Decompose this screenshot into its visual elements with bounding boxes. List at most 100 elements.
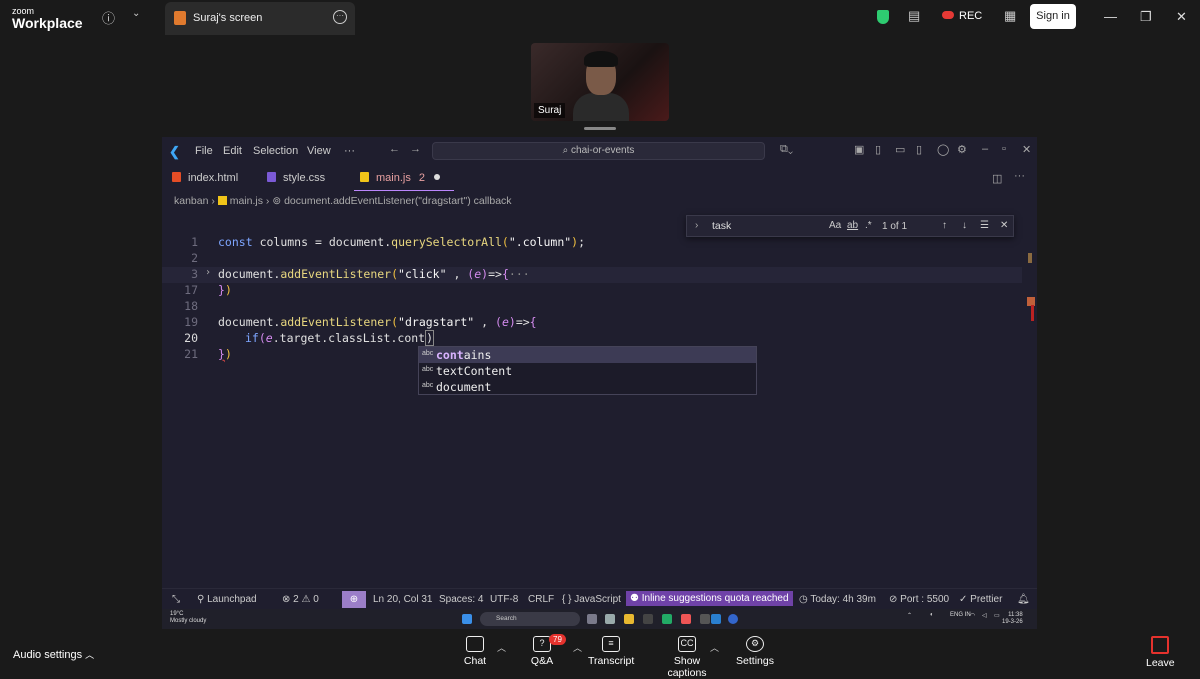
vs-restore-icon[interactable]: ▫ [1002,143,1006,155]
menu-more[interactable]: ··· [344,145,355,157]
line-number: 3 [191,267,198,281]
minimap[interactable] [1025,211,1037,589]
accounts-icon[interactable]: ◯ [937,143,949,156]
status-live-server[interactable]: ⊘ Port : 5500 [889,594,949,605]
minimize-icon[interactable]: — [1104,9,1117,24]
file-explorer-icon[interactable] [624,614,634,624]
status-encoding[interactable]: UTF-8 [490,594,518,605]
next-match-icon[interactable]: ↓ [962,220,967,231]
status-time-tracker[interactable]: ◷ Today: 4h 39m [799,594,876,605]
tray-icon[interactable]: ◐ [930,612,934,618]
brave-browser-icon[interactable] [681,614,691,624]
toggle-panel-icon[interactable]: ▭ [895,143,905,156]
suggestion-item[interactable]: abc contains [419,347,756,363]
share-tab[interactable]: Suraj's screen ··· [165,2,355,35]
clock[interactable]: 11:38 19-3-26 [1002,612,1023,626]
wifi-icon[interactable]: ◠ [970,612,975,619]
copilot-icon[interactable]: ⧉⌄ [780,143,793,156]
language-indicator[interactable]: ENG IN [950,612,971,618]
split-editor-icon[interactable]: ◫ [992,172,1002,185]
video-resize-handle[interactable] [584,127,616,130]
vscode-taskbar-icon[interactable] [711,614,721,624]
widgets-icon[interactable] [605,614,615,624]
tab-index-html[interactable]: index.html [172,165,252,191]
command-center-search[interactable]: ⌕ chai-or-events [432,142,765,160]
status-eol[interactable]: CRLF [528,594,554,605]
status-prettier[interactable]: ✓ Prettier [959,594,1002,605]
previous-match-icon[interactable]: ↑ [942,220,947,231]
forward-arrow-icon[interactable]: → [410,143,421,155]
zoom-taskbar-icon[interactable] [728,614,738,624]
toggle-replace-icon[interactable]: › [695,220,698,231]
gear-icon[interactable]: ⚙ [957,143,967,156]
sign-in-button[interactable]: Sign in [1030,4,1076,29]
menu-selection[interactable]: Selection [253,145,298,157]
find-input[interactable]: task [712,220,731,232]
status-indentation[interactable]: Spaces: 4 [439,594,483,605]
regex-toggle[interactable]: .* [865,220,872,231]
suggestion-item[interactable]: abc document [419,379,756,395]
battery-icon[interactable]: ▭ [994,612,1000,619]
settings-button[interactable]: ⚙ Settings [736,636,774,667]
remote-icon[interactable]: ⤡ [172,594,180,605]
breadcrumb-folder[interactable]: kanban [174,195,208,207]
toggle-secondary-sidebar-icon[interactable]: ▯ [916,143,922,156]
whole-word-toggle[interactable]: ab [847,220,858,231]
transcript-button[interactable]: ≡ Transcript [588,636,634,667]
apps-grid-icon[interactable]: ▦ [1004,8,1016,24]
js-file-icon [217,196,227,205]
close-find-icon[interactable]: ✕ [1000,220,1008,231]
participant-video[interactable]: Suraj [531,43,669,121]
match-case-toggle[interactable]: Aa [829,220,841,231]
chevron-up-icon[interactable]: ︿ [497,641,506,654]
notes-icon[interactable]: ▤ [908,8,920,24]
find-in-selection-icon[interactable]: ☰ [980,220,989,231]
chevron-up-icon[interactable]: ︿ [573,641,582,654]
weather-widget[interactable]: 19°C Mostly cloudy [170,611,206,625]
toggle-sidebar-icon[interactable]: ▯ [875,143,881,156]
app-icon[interactable] [662,614,672,624]
tab-main-js[interactable]: main.js 2 [354,165,454,191]
tray-chevron-icon[interactable]: ⌃ [907,612,912,619]
security-shield-icon[interactable] [877,10,889,24]
suggestion-item[interactable]: abc textContent [419,363,756,379]
vs-close-icon[interactable]: ✕ [1022,143,1031,156]
chevron-up-icon[interactable]: ︿ [710,641,719,654]
audio-settings-button[interactable]: Audio settings ︿ [13,648,94,661]
zoom-magnifier-icon[interactable]: ⊕ [342,591,366,608]
taskbar-search[interactable]: Search [480,612,580,626]
restore-icon[interactable]: ❐ [1140,9,1152,25]
volume-icon[interactable]: ◁ [982,612,987,619]
menu-edit[interactable]: Edit [223,145,242,157]
app-icon[interactable] [700,614,710,624]
status-problems[interactable]: ⊗ 2 ⚠ 0 [282,594,319,605]
customize-layout-icon[interactable]: ▣ [854,143,864,156]
chevron-down-icon[interactable]: ⌄ [132,8,140,19]
status-cursor-position[interactable]: Ln 20, Col 31 [373,594,433,605]
back-arrow-icon[interactable]: ← [389,143,400,155]
notifications-bell-icon[interactable]: 🔔︎ [1017,594,1030,605]
windows-start-icon[interactable] [462,614,472,624]
close-icon[interactable]: ✕ [1176,9,1187,25]
more-actions-icon[interactable]: ··· [1014,170,1025,182]
unsaved-dot-icon[interactable] [433,174,440,180]
record-button[interactable]: REC [942,10,982,22]
status-launchpad[interactable]: ⚲ Launchpad [197,594,257,605]
leave-button[interactable]: Leave [1146,636,1175,669]
vs-minimize-icon[interactable]: – [982,143,988,155]
code-editor[interactable]: 1 const columns = document.querySelector… [162,211,1037,589]
chat-button[interactable]: Chat [463,636,487,667]
app-icon[interactable] [643,614,653,624]
breadcrumb-symbol[interactable]: document.addEventListener("dragstart") c… [284,195,512,207]
fold-chevron-icon[interactable]: › [205,267,211,278]
status-quota-warning[interactable]: ⚉ Inline suggestions quota reached [626,591,793,606]
tab-style-css[interactable]: style.css [267,165,347,191]
menu-file[interactable]: File [195,145,213,157]
more-options-icon[interactable]: ··· [333,10,347,24]
info-icon[interactable]: ⓘ [102,8,115,27]
status-bar: ⤡ ⚲ Launchpad ⊗ 2 ⚠ 0 ⊕ Ln 20, Col 31 Sp… [162,588,1037,609]
task-view-icon[interactable] [587,614,597,624]
menu-view[interactable]: View [307,145,331,157]
status-language[interactable]: { } JavaScript [562,594,621,605]
breadcrumb-file[interactable]: main.js [230,195,263,207]
